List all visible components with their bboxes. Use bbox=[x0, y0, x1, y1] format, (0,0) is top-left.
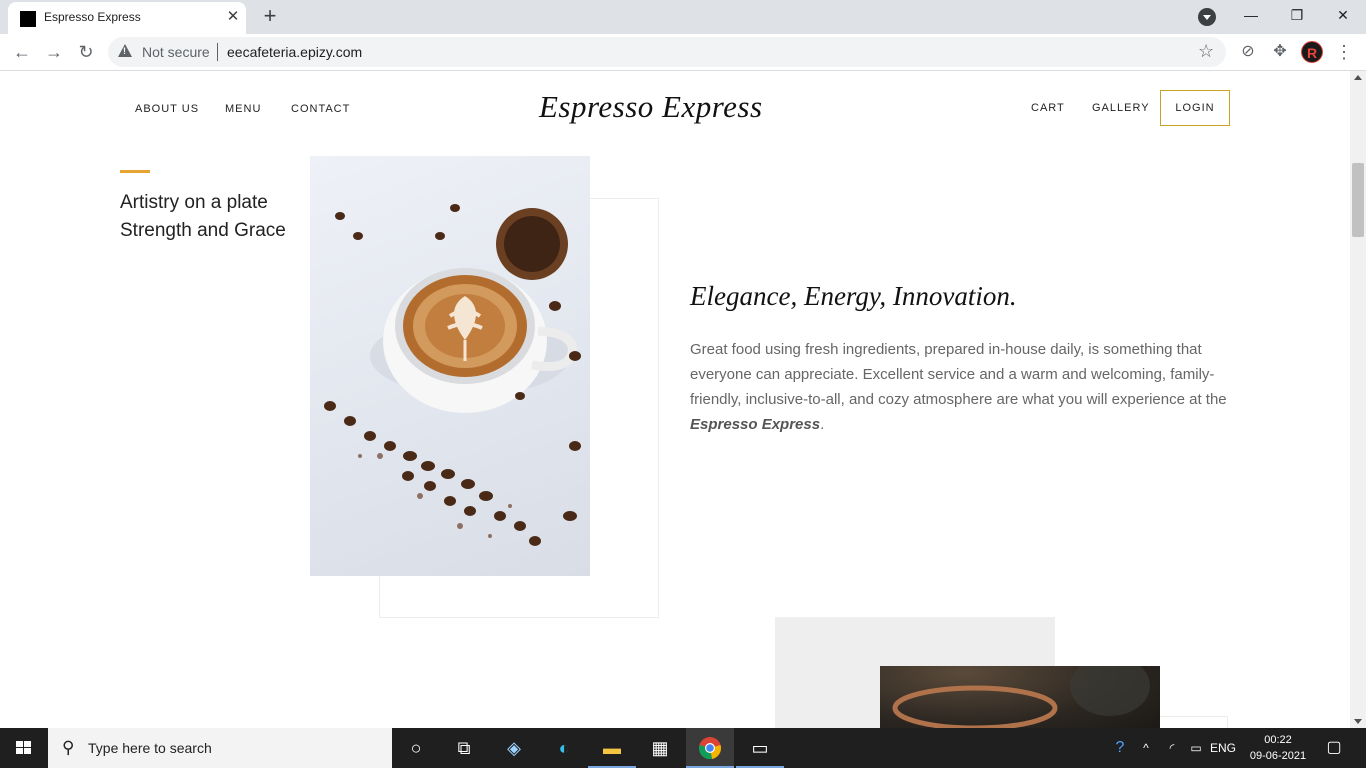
tagline: Artistry on a plate Strength and Grace bbox=[120, 189, 286, 245]
nav-about-us[interactable]: ABOUT US bbox=[135, 103, 199, 115]
browser-toolbar: ← → ↻ Not secure eecafeteria.epizy.com ☆… bbox=[0, 34, 1366, 71]
extensions-puzzle-icon[interactable]: ✥ bbox=[1270, 42, 1290, 62]
close-window-button[interactable]: ✕ bbox=[1320, 0, 1366, 32]
network-icon[interactable]: ◜ bbox=[1160, 728, 1184, 768]
nav-contact[interactable]: CONTACT bbox=[291, 103, 350, 115]
scroll-up-icon[interactable] bbox=[1354, 75, 1362, 80]
taskbar-search[interactable]: ⚲ Type here to search bbox=[48, 728, 392, 768]
store-icon[interactable]: ▦ bbox=[636, 728, 684, 768]
nav-gallery[interactable]: GALLERY bbox=[1092, 102, 1150, 114]
nav-cart[interactable]: CART bbox=[1031, 102, 1065, 114]
system-clock[interactable]: 00:22 09-06-2021 bbox=[1242, 732, 1314, 764]
address-bar[interactable]: Not secure eecafeteria.epizy.com ☆ bbox=[108, 37, 1226, 67]
security-status[interactable]: Not secure bbox=[142, 44, 210, 60]
browser-tab[interactable]: Espresso Express ✕ bbox=[8, 2, 246, 34]
profile-avatar[interactable]: R bbox=[1301, 41, 1323, 63]
second-image bbox=[880, 666, 1160, 728]
tagline-line-2: Strength and Grace bbox=[120, 220, 286, 241]
decorative-frame-2 bbox=[1158, 716, 1228, 728]
nav-menu[interactable]: MENU bbox=[225, 103, 261, 115]
accent-bar bbox=[120, 170, 150, 173]
reload-icon[interactable]: ↻ bbox=[74, 40, 98, 64]
cortana-icon[interactable]: ○ bbox=[392, 728, 440, 768]
app-icon[interactable]: ◈ bbox=[490, 728, 538, 768]
back-arrow-icon[interactable]: ← bbox=[10, 40, 34, 64]
terminal-icon[interactable]: ▭ bbox=[736, 728, 784, 768]
edge-browser-icon[interactable]: ◐ bbox=[540, 728, 588, 768]
bookmark-star-icon[interactable]: ☆ bbox=[1198, 41, 1214, 62]
cup-rim-illustration bbox=[892, 666, 1150, 728]
file-explorer-icon[interactable]: ▬ bbox=[588, 728, 636, 768]
help-icon[interactable]: ? bbox=[1106, 728, 1134, 768]
paragraph-text: Great food using fresh ingredients, prep… bbox=[690, 341, 1227, 408]
tab-search-icon[interactable] bbox=[1198, 8, 1216, 26]
notifications-icon[interactable]: ▢ bbox=[1320, 728, 1348, 768]
coffee-illustration bbox=[324, 204, 581, 546]
chrome-taskbar-icon[interactable] bbox=[686, 728, 734, 768]
new-tab-button[interactable]: + bbox=[258, 4, 282, 28]
section-heading: Elegance, Energy, Innovation. bbox=[690, 281, 1017, 311]
scroll-down-icon[interactable] bbox=[1354, 719, 1362, 724]
language-indicator[interactable]: ENG bbox=[1208, 728, 1238, 768]
intro-paragraph: Great food using fresh ingredients, prep… bbox=[690, 337, 1230, 437]
minimize-button[interactable]: — bbox=[1228, 0, 1274, 32]
paragraph-end: . bbox=[820, 416, 825, 433]
browser-tab-strip: Espresso Express ✕ + — ❐ ✕ bbox=[0, 0, 1366, 34]
clock-date: 09-06-2021 bbox=[1249, 750, 1307, 762]
tab-close-icon[interactable]: ✕ bbox=[224, 8, 242, 26]
login-button[interactable]: LOGIN bbox=[1160, 90, 1230, 126]
tab-title: Espresso Express bbox=[44, 10, 141, 24]
clock-time: 00:22 bbox=[1264, 734, 1292, 746]
page-viewport: ABOUT US MENU CONTACT Espresso Express C… bbox=[0, 71, 1350, 728]
windows-taskbar: ⚲ Type here to search ○ ⧉ ◈ ◐ ▬ ▦ ▭ ? ^ … bbox=[0, 728, 1366, 768]
site-logo[interactable]: Espresso Express bbox=[539, 89, 763, 125]
scroll-thumb[interactable] bbox=[1352, 163, 1364, 237]
page-scrollbar[interactable] bbox=[1350, 71, 1366, 728]
chevron-up-icon[interactable]: ^ bbox=[1136, 728, 1156, 768]
more-menu-icon[interactable]: ⋮ bbox=[1334, 40, 1354, 64]
forward-arrow-icon[interactable]: → bbox=[42, 40, 66, 64]
paragraph-brand: Espresso Express bbox=[690, 416, 821, 433]
windows-start-icon[interactable] bbox=[0, 728, 48, 768]
warning-icon[interactable] bbox=[118, 44, 132, 57]
search-icon: ⚲ bbox=[62, 738, 75, 757]
site-favicon-icon bbox=[20, 11, 36, 27]
coffee-cup-image bbox=[310, 156, 590, 576]
block-extension-icon[interactable]: ⊘ bbox=[1238, 42, 1258, 62]
task-view-icon[interactable]: ⧉ bbox=[440, 728, 488, 768]
restore-button[interactable]: ❐ bbox=[1274, 0, 1320, 32]
taskbar-search-placeholder[interactable]: Type here to search bbox=[88, 740, 212, 756]
tagline-line-1: Artistry on a plate bbox=[120, 192, 268, 213]
battery-icon[interactable]: ▭ bbox=[1186, 728, 1206, 768]
address-separator bbox=[217, 43, 218, 61]
url-text[interactable]: eecafeteria.epizy.com bbox=[227, 44, 362, 60]
